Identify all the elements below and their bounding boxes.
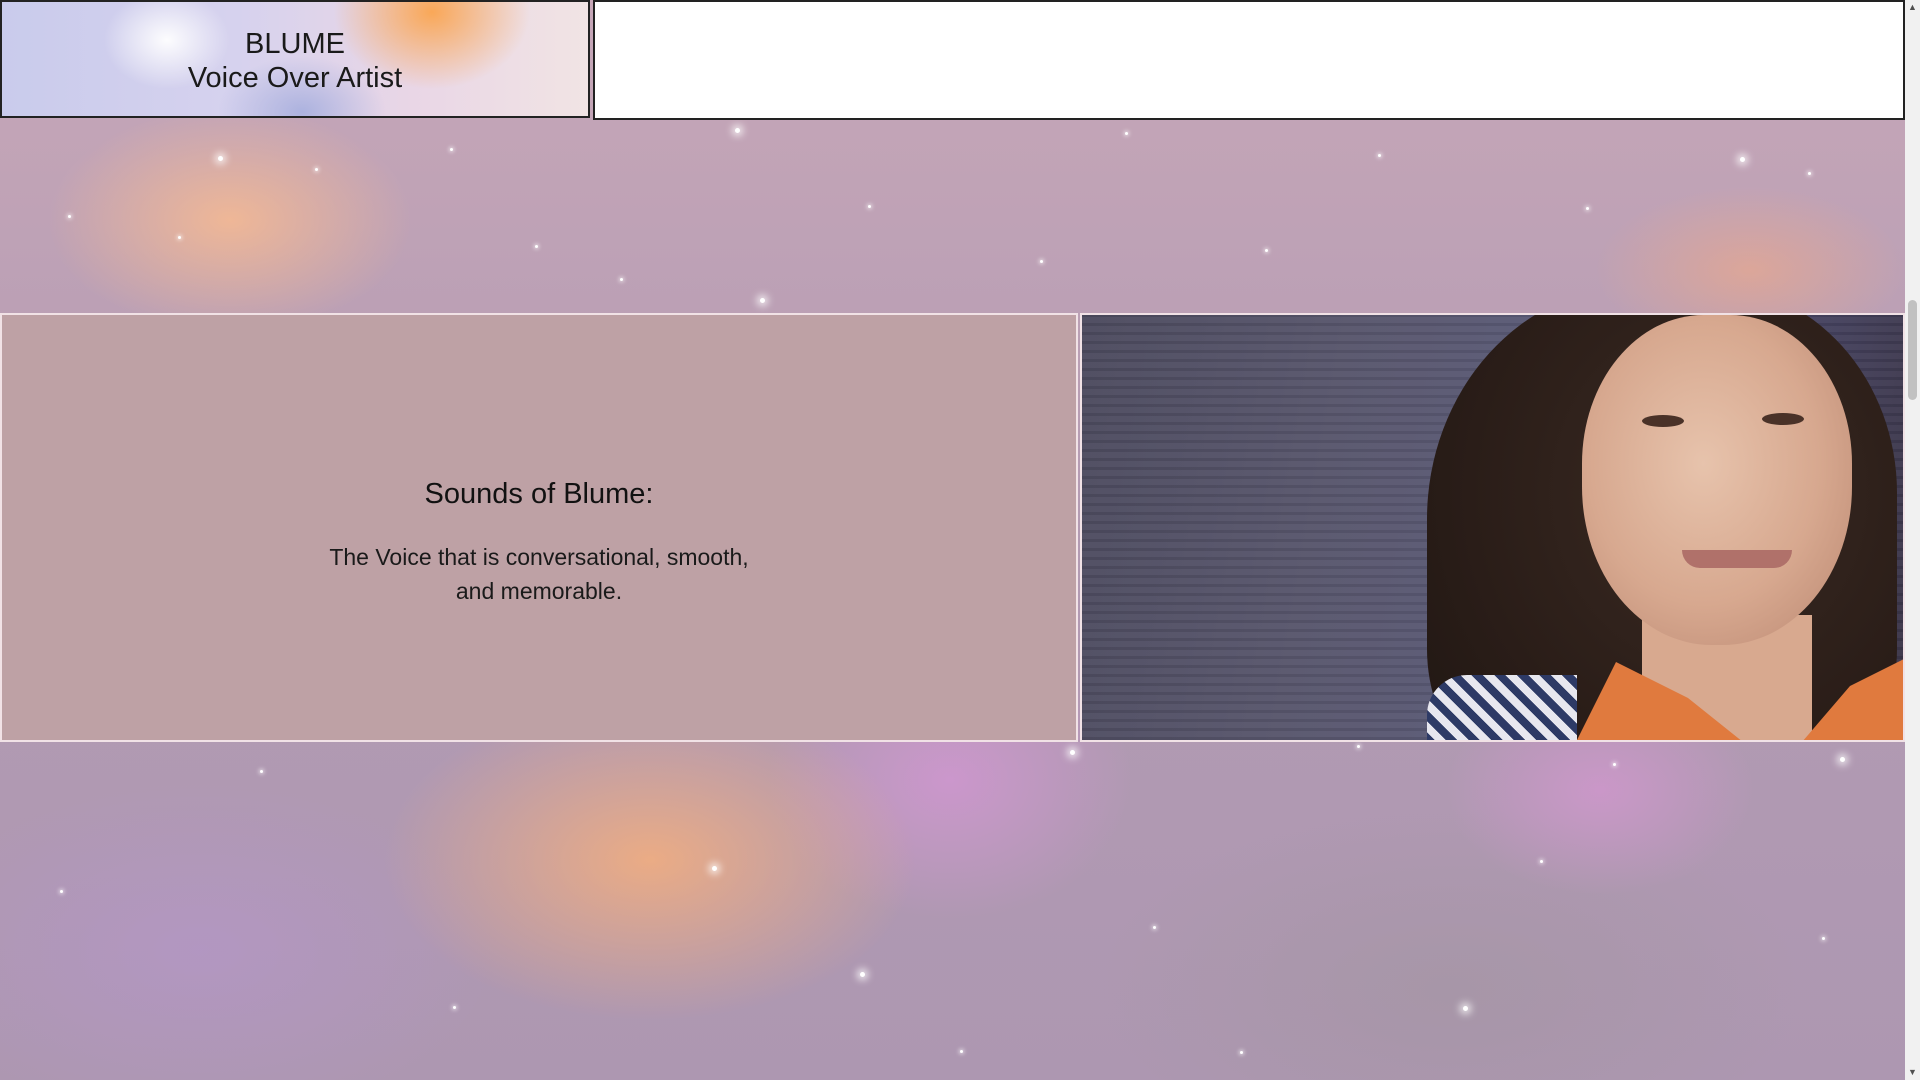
photo-eye-right: [1762, 413, 1804, 425]
photo-eye-left: [1642, 415, 1684, 427]
logo-text: BLUME Voice Over Artist: [2, 27, 588, 95]
logo-tagline: Voice Over Artist: [187, 62, 403, 94]
photo-mouth: [1682, 550, 1792, 568]
page-scrollbar[interactable]: ▲ ▼: [1905, 0, 1920, 1080]
page: BLUME Voice Over Artist Sounds of Blume:…: [0, 0, 1920, 1080]
scroll-down-icon[interactable]: ▼: [1905, 1065, 1920, 1080]
header-nav-area: [593, 0, 1905, 120]
hero-subtitle: The Voice that is conversational, smooth…: [329, 544, 749, 604]
photo-face: [1582, 315, 1852, 645]
hero-text-box: Sounds of Blume: The Voice that is conve…: [0, 313, 1078, 742]
scroll-thumb[interactable]: [1908, 300, 1917, 400]
artist-photo: [1080, 313, 1905, 742]
scroll-up-icon[interactable]: ▲: [1905, 0, 1920, 15]
photo-scarf: [1427, 675, 1577, 740]
site-logo[interactable]: BLUME Voice Over Artist: [0, 0, 590, 118]
logo-title: BLUME: [245, 28, 345, 60]
hero-title: Sounds of Blume:: [424, 478, 654, 510]
